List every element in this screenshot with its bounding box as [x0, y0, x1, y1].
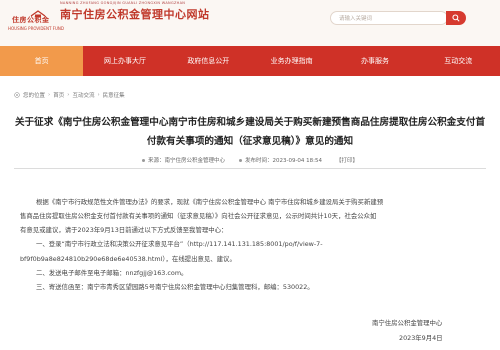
breadcrumb-separator: ›: [97, 92, 100, 98]
article-published: 发布时间：2023-09-04 18:54: [238, 156, 322, 164]
breadcrumb-opinion[interactable]: 民意征集: [103, 91, 125, 99]
nav-item-interaction[interactable]: 互动交流: [417, 46, 500, 76]
signature-date: 2023年9月4日: [399, 334, 443, 342]
nav-item-services[interactable]: 办事服务: [333, 46, 416, 76]
breadcrumb-home[interactable]: 首页: [53, 91, 64, 99]
article-paragraph: 有意见或建议，请于2023年9月13日前通过以下方式反馈至我管理中心：: [20, 226, 228, 234]
search-icon: [452, 14, 460, 22]
article-meta: 来源：南宁住房公积金管理中心 发布时间：2023-09-04 18:54 【打印…: [0, 156, 500, 164]
bullet-icon: [141, 158, 145, 162]
signature-org: 南宁住房公积金管理中心: [372, 319, 443, 327]
article-paragraph: bf9f0b9a8e824810b290e68de6e40538.html），在…: [20, 255, 236, 263]
logo-text: 住房公积金: [12, 16, 50, 24]
nav-item-business-guide[interactable]: 业务办理指南: [250, 46, 333, 76]
breadcrumb-separator: ›: [48, 92, 51, 98]
search-button[interactable]: [446, 11, 466, 25]
site-header: 住房公积金 HOUSING PROVIDENT FUND NANNING ZHU…: [0, 0, 500, 46]
breadcrumb-separator: ›: [67, 92, 70, 98]
location-icon: [14, 92, 20, 98]
search-placeholder: 请输入关键词: [339, 16, 373, 22]
article-paragraph: 一、登录“南宁市行政立法和决策公开征求意见平台”（http://117.141.…: [36, 240, 323, 248]
nav-item-home[interactable]: 首页: [0, 46, 84, 76]
main-nav: 首页 网上办事大厅 政府信息公开 业务办理指南 办事服务 互动交流: [0, 46, 500, 76]
print-link[interactable]: 【打印】: [336, 156, 358, 164]
article-paragraph: 售商品住房提取住房公积金支付首付款有关事项的通知（征求意见稿）》向社会公开征求意…: [20, 212, 377, 220]
article-paragraph: 三、寄送信函至：南宁市青秀区望园路5号南宁住房公积金管理中心归集管理科，邮编：5…: [36, 283, 314, 291]
article-title-line1: 关于征求《南宁住房公积金管理中心南宁市住房和城乡建设局关于购买新建预售商品住房提…: [14, 117, 486, 128]
article-source: 来源：南宁住房公积金管理中心: [141, 156, 225, 164]
site-subtitle: NANNING ZHUFANG GONGJIJIN GUANLI ZHONGXI…: [60, 1, 186, 5]
article-title-line2: 付款有关事项的通知（征求意见稿）》意见的通知: [146, 136, 354, 147]
logo-subtext: HOUSING PROVIDENT FUND: [8, 26, 64, 31]
article-paragraph: 根据《南宁市行政规范性文件管理办法》的要求，现就《南宁住房公积金管理中心 南宁市…: [36, 198, 384, 206]
breadcrumb-interaction[interactable]: 互动交流: [72, 91, 94, 99]
breadcrumb-label: 您的位置: [23, 93, 46, 99]
breadcrumb: 您的位置 › 首页 › 互动交流 › 民意征集: [14, 91, 125, 99]
search-input[interactable]: 请输入关键词: [330, 11, 448, 25]
article-paragraph: 二、发送电子邮件至电子邮箱：nnzfgjj@163.com。: [36, 269, 188, 277]
nav-item-info-disclosure[interactable]: 政府信息公开: [167, 46, 250, 76]
site-logo[interactable]: 住房公积金 HOUSING PROVIDENT FUND: [6, 10, 64, 34]
nav-item-online-hall[interactable]: 网上办事大厅: [83, 46, 166, 76]
site-title: 南宁住房公积金管理中心网站: [60, 8, 210, 21]
bullet-icon: [238, 158, 242, 162]
divider: [14, 168, 486, 169]
